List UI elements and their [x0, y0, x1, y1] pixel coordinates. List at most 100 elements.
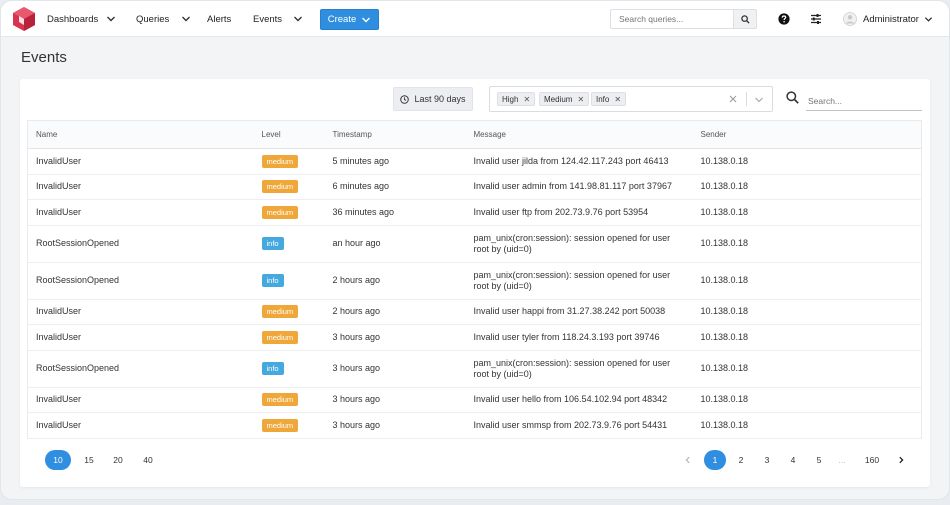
cell-level: medium — [253, 387, 325, 413]
message-line: Invalid user hello from 106.54.102.94 po… — [473, 394, 668, 405]
nav-alerts[interactable]: Alerts — [207, 1, 231, 37]
logo-icon[interactable] — [12, 6, 36, 32]
column-header-level[interactable]: Level — [253, 120, 325, 149]
search-icon — [740, 14, 750, 24]
chevron-down-icon — [294, 16, 303, 22]
cell-message: Invalid user smmsp from 202.73.9.76 port… — [465, 412, 693, 439]
chevron-down-icon — [107, 16, 116, 22]
chevron-down-icon — [924, 16, 933, 22]
level-badge: info — [261, 237, 284, 250]
remove-tag-icon[interactable]: ✕ — [577, 95, 584, 104]
page-size-15[interactable]: 15 — [76, 450, 102, 470]
table-row[interactable]: InvalidUser medium 36 minutes ago Invalid u… — [27, 199, 922, 226]
table-row[interactable]: InvalidUser medium 6 minutes ago Invalid us… — [27, 174, 922, 200]
cell-level: medium — [253, 148, 325, 175]
cell-sender: 10.138.0.18 — [692, 412, 922, 439]
page-size-20[interactable]: 20 — [105, 450, 131, 470]
nav-queries[interactable]: Queries — [136, 1, 191, 37]
create-button[interactable]: Create — [320, 9, 379, 30]
page-4[interactable]: 4 — [782, 450, 804, 470]
cell-message: pam_unix(cron:session): session opened f… — [465, 225, 693, 263]
date-range-button[interactable]: Last 90 days — [393, 87, 473, 111]
cell-message: Invalid user jilda from 124.42.117.243 p… — [465, 148, 693, 175]
table-row[interactable]: InvalidUser medium 3 hours ago Invalid user… — [27, 412, 922, 439]
cell-level: info — [253, 350, 325, 388]
clock-icon — [400, 94, 410, 104]
table-row[interactable]: InvalidUser medium 5 minutes ago Invalid us… — [27, 148, 922, 175]
clear-icon[interactable] — [728, 94, 738, 104]
column-header-message[interactable]: Message — [465, 120, 693, 149]
page-1[interactable]: 1 — [704, 450, 726, 470]
user-menu[interactable]: Administrator — [843, 11, 933, 27]
page-2[interactable]: 2 — [730, 450, 752, 470]
level-filter-select[interactable]: High ✕ Medium ✕ Info ✕ — [489, 86, 773, 112]
divider — [746, 92, 747, 106]
cell-sender: 10.138.0.18 — [692, 199, 922, 226]
message-line: pam_unix(cron:session): session opened f… — [473, 232, 671, 243]
column-header-timestamp[interactable]: Timestamp — [324, 120, 466, 149]
cell-message: Invalid user happi from 31.27.38.242 por… — [465, 299, 693, 325]
search-queries-button[interactable] — [733, 9, 757, 29]
cell-timestamp: 5 minutes ago — [324, 148, 466, 175]
page-title: Events — [21, 49, 67, 66]
level-badge: medium — [261, 180, 299, 194]
app-window: Dashboards Queries Alerts Events Create — [0, 0, 950, 500]
cell-level: medium — [253, 324, 325, 351]
cell-level: info — [253, 225, 325, 263]
message-line: Invalid user admin from 141.98.81.117 po… — [473, 181, 672, 192]
page-last[interactable]: 160 — [857, 450, 887, 470]
search-queries-input[interactable] — [610, 9, 734, 29]
table-row[interactable]: InvalidUser medium 2 hours ago Invalid user… — [27, 299, 922, 325]
page-3[interactable]: 3 — [756, 450, 778, 470]
remove-tag-icon[interactable]: ✕ — [523, 95, 530, 104]
help-icon[interactable] — [778, 13, 790, 25]
user-name: Administrator — [863, 13, 919, 25]
cell-sender: 10.138.0.18 — [692, 324, 922, 351]
cell-name: RootSessionOpened — [27, 350, 254, 388]
prev-page-button[interactable] — [677, 450, 699, 470]
cell-name: InvalidUser — [27, 174, 254, 200]
tag-info: Info ✕ — [591, 92, 627, 106]
nav-events[interactable]: Events — [253, 1, 303, 37]
search-icon — [786, 91, 799, 104]
level-badge: medium — [261, 205, 299, 219]
tag-high: High ✕ — [497, 92, 536, 106]
nav-dashboards[interactable]: Dashboards — [47, 1, 116, 37]
table-row[interactable]: RootSessionOpened info an hour ago pam_unix… — [27, 225, 922, 263]
cell-name: InvalidUser — [27, 387, 254, 413]
cell-level: info — [253, 262, 325, 300]
cell-timestamp: 3 hours ago — [324, 324, 466, 351]
tag-label: Medium — [544, 94, 573, 104]
events-search-input[interactable] — [806, 91, 922, 111]
next-page-button[interactable] — [890, 450, 912, 470]
message-line: Invalid user ftp from 202.73.9.76 port 5… — [473, 206, 649, 217]
level-badge: medium — [261, 418, 299, 432]
cell-timestamp: 3 hours ago — [324, 387, 466, 413]
remove-tag-icon[interactable]: ✕ — [614, 95, 621, 104]
cell-name: InvalidUser — [27, 148, 254, 175]
table-header-row: Name Level Timestamp Message Sender — [27, 120, 922, 149]
page-5[interactable]: 5 — [808, 450, 830, 470]
events-panel: Last 90 days High ✕ Medium ✕ Info ✕ Sear… — [20, 79, 930, 487]
table-row[interactable]: RootSessionOpened info 3 hours ago pam_unix… — [27, 350, 922, 388]
cell-level: medium — [253, 199, 325, 226]
nav-events-label: Events — [253, 13, 283, 25]
column-header-sender[interactable]: Sender — [692, 120, 922, 149]
level-badge: medium — [261, 330, 299, 344]
settings-sliders-icon[interactable] — [810, 13, 822, 25]
message-line: root by (uid=0) — [473, 243, 532, 254]
cell-level: medium — [253, 174, 325, 200]
page-size-10[interactable]: 10 — [45, 450, 71, 470]
message-line: pam_unix(cron:session): session opened f… — [473, 269, 671, 280]
cell-sender: 10.138.0.18 — [692, 262, 922, 300]
cell-sender: 10.138.0.18 — [692, 225, 922, 263]
column-header-name[interactable]: Name — [27, 120, 254, 149]
table-row[interactable]: InvalidUser medium 3 hours ago Invalid user… — [27, 324, 922, 351]
cell-level: medium — [253, 412, 325, 439]
chevron-down-icon[interactable] — [754, 95, 764, 105]
page-size-40[interactable]: 40 — [135, 450, 161, 470]
cell-name: RootSessionOpened — [27, 225, 254, 263]
level-badge: medium — [261, 154, 299, 168]
table-row[interactable]: RootSessionOpened info 2 hours ago pam_unix… — [27, 262, 922, 300]
table-row[interactable]: InvalidUser medium 3 hours ago Invalid user… — [27, 387, 922, 413]
